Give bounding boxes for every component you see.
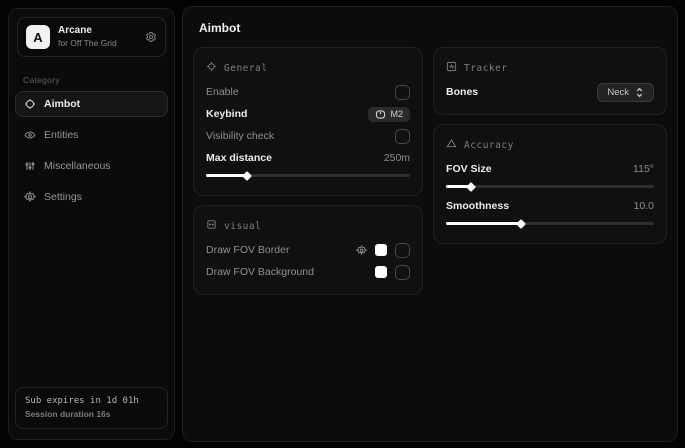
enable-label: Enable — [206, 86, 239, 98]
subscription-status-card: Sub expires in 1d 01h Session duration 1… — [15, 387, 168, 429]
sidebar-item-label: Entities — [44, 129, 78, 141]
brand-card: A Arcane for Off The Grid — [17, 17, 166, 57]
sidebar-item-label: Aimbot — [44, 98, 80, 110]
max-distance-slider[interactable] — [206, 174, 410, 177]
fov-background-row: Draw FOV Background — [206, 261, 410, 283]
chevrons-up-down-icon — [635, 87, 644, 98]
fov-border-color-swatch[interactable] — [375, 244, 387, 256]
sub-expiry-text: Sub expires in 1d 01h — [25, 395, 158, 409]
category-nav: Aimbot Entities Miscellaneous Settings — [9, 91, 174, 210]
fov-size-row: FOV Size 115° — [446, 158, 654, 180]
smoothness-value: 10.0 — [634, 200, 654, 212]
max-distance-value: 250m — [384, 152, 410, 164]
main-panel: Aimbot General Enable — [182, 6, 678, 442]
accuracy-section: Accuracy FOV Size 115° Smoothness 10.0 — [433, 124, 667, 244]
visibility-checkbox[interactable] — [395, 129, 410, 144]
enable-row: Enable — [206, 81, 410, 103]
gear-icon — [24, 191, 36, 203]
fov-size-value: 115° — [633, 163, 654, 175]
sliders-icon — [24, 160, 36, 172]
fov-border-checkbox[interactable] — [395, 243, 410, 258]
keybind-label: Keybind — [206, 108, 247, 120]
fov-background-label: Draw FOV Background — [206, 266, 314, 278]
triangle-icon — [446, 136, 457, 154]
bones-selected-value: Neck — [607, 87, 629, 98]
app-window: A Arcane for Off The Grid Category Aimbo… — [0, 0, 685, 448]
eye-icon — [24, 129, 36, 141]
section-title: Tracker — [464, 63, 508, 74]
section-title: Accuracy — [464, 140, 514, 151]
session-duration-text: Session duration 16s — [25, 408, 158, 421]
sidebar-item-label: Miscellaneous — [44, 160, 111, 172]
max-distance-row: Max distance 250m — [206, 147, 410, 169]
enable-checkbox[interactable] — [395, 85, 410, 100]
slider-thumb[interactable] — [466, 182, 476, 192]
page-title: Aimbot — [199, 21, 667, 35]
general-section: General Enable Keybind M2 — [193, 47, 423, 196]
bones-row: Bones Neck — [446, 81, 654, 103]
smoothness-slider[interactable] — [446, 222, 654, 225]
mouse-icon — [375, 110, 386, 119]
section-title: General — [224, 63, 268, 74]
activity-icon — [446, 59, 457, 77]
frame-icon — [206, 217, 217, 235]
crosshair-icon — [206, 59, 217, 77]
section-title: visual — [224, 221, 261, 232]
bones-select[interactable]: Neck — [597, 83, 654, 102]
fov-size-label: FOV Size — [446, 163, 492, 175]
fov-background-checkbox[interactable] — [395, 265, 410, 280]
sidebar-item-aimbot[interactable]: Aimbot — [15, 91, 168, 117]
fov-border-label: Draw FOV Border — [206, 244, 289, 256]
keybind-button[interactable]: M2 — [368, 107, 411, 122]
fov-border-row: Draw FOV Border — [206, 239, 410, 261]
visibility-row: Visibility check — [206, 125, 410, 147]
fov-background-color-swatch[interactable] — [375, 266, 387, 278]
sidebar-item-label: Settings — [44, 191, 82, 203]
smoothness-label: Smoothness — [446, 200, 509, 212]
app-logo: A — [26, 25, 50, 49]
settings-gear-icon[interactable] — [145, 31, 157, 43]
gear-icon[interactable] — [356, 245, 367, 256]
sidebar-item-settings[interactable]: Settings — [15, 184, 168, 210]
crosshair-icon — [24, 98, 36, 110]
slider-thumb[interactable] — [516, 219, 526, 229]
app-name: Arcane — [58, 25, 137, 38]
max-distance-label: Max distance — [206, 152, 272, 164]
slider-thumb[interactable] — [242, 171, 252, 181]
keybind-value: M2 — [391, 109, 404, 119]
keybind-row: Keybind M2 — [206, 103, 410, 125]
visibility-label: Visibility check — [206, 130, 274, 142]
bones-label: Bones — [446, 86, 478, 98]
app-subtitle: for Off The Grid — [58, 38, 137, 49]
tracker-section: Tracker Bones Neck — [433, 47, 667, 115]
sidebar: A Arcane for Off The Grid Category Aimbo… — [8, 8, 175, 440]
sidebar-item-miscellaneous[interactable]: Miscellaneous — [15, 153, 168, 179]
fov-size-slider[interactable] — [446, 185, 654, 188]
category-label: Category — [23, 75, 174, 85]
smoothness-row: Smoothness 10.0 — [446, 195, 654, 217]
visual-section: visual Draw FOV Border Draw F — [193, 205, 423, 295]
sidebar-item-entities[interactable]: Entities — [15, 122, 168, 148]
